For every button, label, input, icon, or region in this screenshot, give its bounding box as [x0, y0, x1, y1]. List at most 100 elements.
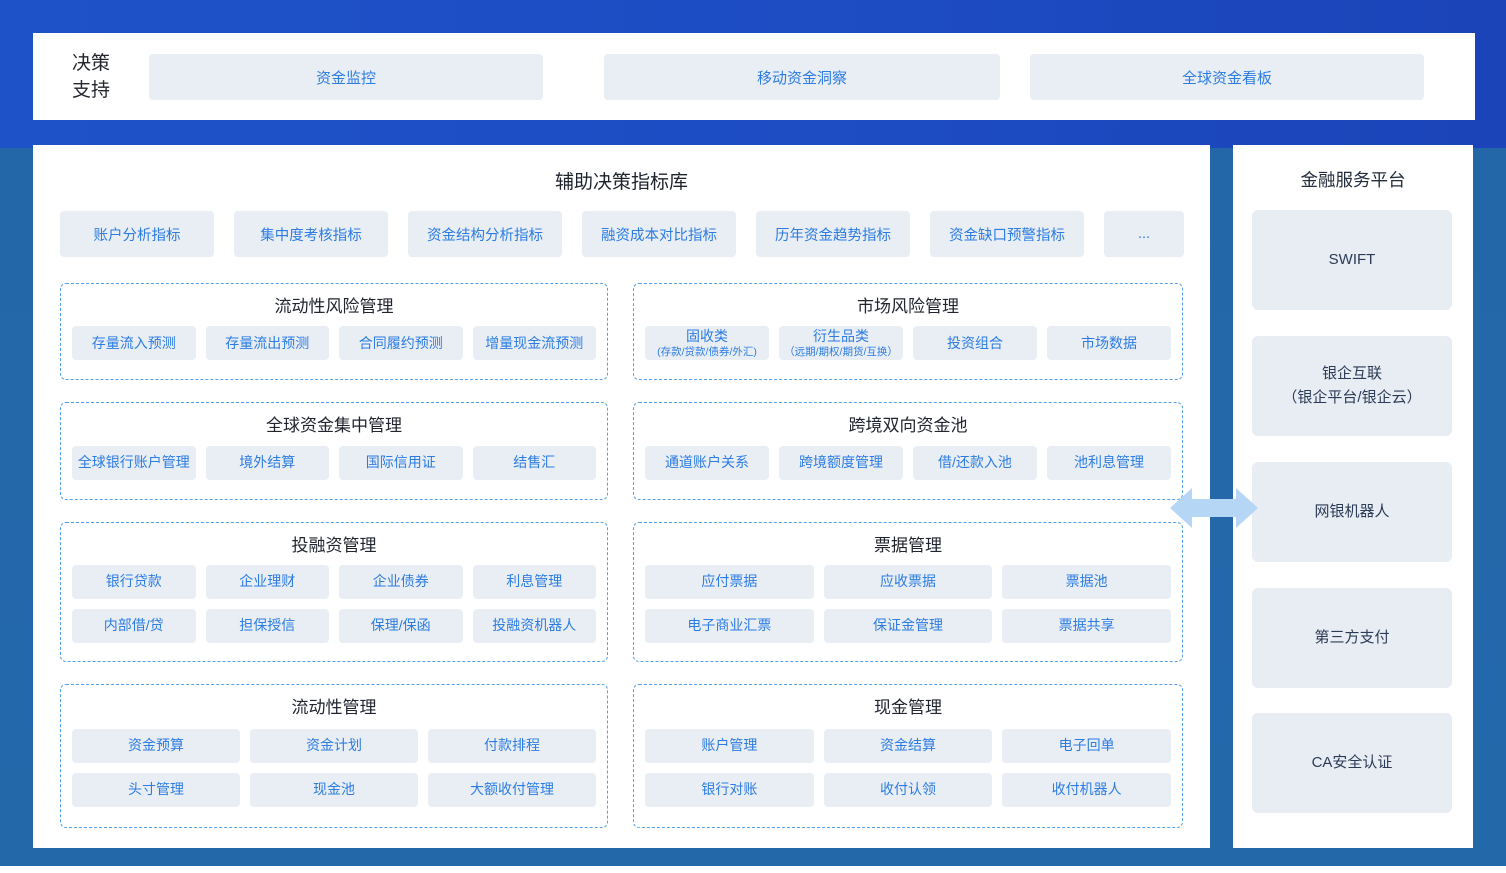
group-body: 通道账户关系 跨境额度管理 借/还款入池 池利息管理 [645, 436, 1171, 489]
module-chip[interactable]: 现金池 [250, 773, 418, 807]
module-chip[interactable]: 通道账户关系 [645, 446, 769, 480]
more-indicators-chip[interactable]: ... [1104, 211, 1184, 257]
module-chip[interactable]: 票据共享 [1002, 609, 1171, 643]
fund-gap-warning-indicator-chip[interactable]: 资金缺口预警指标 [930, 211, 1084, 257]
bidirectional-arrow-icon [1170, 484, 1258, 532]
financial-service-platform-title: 金融服务平台 [1233, 145, 1473, 192]
module-chip-label: 结售汇 [513, 454, 555, 471]
financing-cost-comparison-indicator-chip[interactable]: 融资成本对比指标 [582, 211, 736, 257]
module-chip-label: 通道账户关系 [665, 454, 749, 471]
module-chip-label: 国际信用证 [366, 454, 436, 471]
swift-card[interactable]: SWIFT [1252, 210, 1452, 310]
group-body: 存量流入预测 存量流出预测 合同履约预测 增量现金流预测 [72, 317, 596, 369]
bills-management-group: 票据管理应付票据应收票据票据池电子商业汇票保证金管理票据共享 [633, 522, 1183, 662]
module-chip[interactable]: 企业理财 [206, 565, 330, 599]
module-chip[interactable]: 账户管理 [645, 729, 814, 763]
decision-support-label: 决策 支持 [72, 33, 110, 120]
decision-support-label-line2: 支持 [72, 77, 110, 104]
module-chip[interactable]: 资金预算 [72, 729, 240, 763]
module-chip[interactable]: 衍生品类（远期/期权/期货/互换） [779, 326, 903, 360]
module-chip[interactable]: 电子商业汇票 [645, 609, 814, 643]
module-chip[interactable]: 收付认领 [824, 773, 993, 807]
liquidity-risk-group: 流动性风险管理存量流入预测 存量流出预测 合同履约预测 增量现金流预测 [60, 283, 608, 380]
fund-structure-analysis-indicator-chip[interactable]: 资金结构分析指标 [408, 211, 562, 257]
bank-enterprise-connect-card[interactable]: 银企互联（银企平台/银企云） [1252, 336, 1452, 436]
global-fund-dashboard-button[interactable]: 全球资金看板 [1030, 54, 1424, 100]
group-title: 跨境双向资金池 [645, 408, 1171, 436]
module-chip[interactable]: 投融资机器人 [473, 609, 597, 643]
financial-service-platform-panel: 金融服务平台 SWIFT 银企互联（银企平台/银企云） 网银机器人第三方支付 CA安全… [1233, 145, 1473, 848]
module-chip-label: 内部借/贷 [104, 617, 164, 634]
module-chip[interactable]: 电子回单 [1002, 729, 1171, 763]
module-chip-label: 应付票据 [701, 573, 757, 590]
ca-security-certification-card[interactable]: CA安全认证 [1252, 713, 1452, 813]
module-chip-label: 池利息管理 [1074, 454, 1144, 471]
module-chip[interactable]: 内部借/贷 [72, 609, 196, 643]
group-body: 应付票据 应收票据 票据池电子商业汇票 保证金管理 票据共享 [645, 556, 1171, 651]
module-chip-label: 存量流出预测 [225, 335, 309, 352]
module-chip-label: 现金池 [313, 781, 355, 798]
module-chip[interactable]: 应收票据 [824, 565, 993, 599]
module-chip[interactable]: 企业债券 [339, 565, 463, 599]
module-chip[interactable]: 全球银行账户管理 [72, 446, 196, 480]
group-title: 流动性风险管理 [72, 289, 596, 317]
module-chip[interactable]: 市场数据 [1047, 326, 1171, 360]
module-chip[interactable]: 付款排程 [428, 729, 596, 763]
module-chip[interactable]: 存量流入预测 [72, 326, 196, 360]
module-chip[interactable]: 资金计划 [250, 729, 418, 763]
module-chip-label: 企业理财 [239, 573, 295, 590]
module-chip[interactable]: 头寸管理 [72, 773, 240, 807]
concentration-assessment-indicator-chip[interactable]: 集中度考核指标 [234, 211, 388, 257]
module-chip-label: 资金计划 [306, 737, 362, 754]
module-chip[interactable]: 池利息管理 [1047, 446, 1171, 480]
service-card-label: SWIFT [1329, 248, 1376, 272]
module-chip[interactable]: 收付机器人 [1002, 773, 1171, 807]
module-chip[interactable]: 固收类(存款/贷款/债券/外汇) [645, 326, 769, 360]
module-chip[interactable]: 大额收付管理 [428, 773, 596, 807]
module-chip[interactable]: 银行贷款 [72, 565, 196, 599]
module-chip[interactable]: 国际信用证 [339, 446, 463, 480]
module-chip-label: 增量现金流预测 [485, 335, 583, 352]
module-chip[interactable]: 增量现金流预测 [473, 326, 597, 360]
module-chip[interactable]: 境外结算 [206, 446, 330, 480]
service-card-label: 第三方支付 [1314, 626, 1389, 650]
group-body: 固收类(存款/贷款/债券/外汇) 衍生品类（远期/期权/期货/互换） 投资组合 市场数… [645, 317, 1171, 369]
account-analysis-indicator-chip[interactable]: 账户分析指标 [60, 211, 214, 257]
module-chip[interactable]: 票据池 [1002, 565, 1171, 599]
module-chip[interactable]: 应付票据 [645, 565, 814, 599]
module-chip[interactable]: 存量流出预测 [206, 326, 330, 360]
module-chip-label: 银行对账 [701, 781, 757, 798]
online-banking-robot-card[interactable]: 网银机器人 [1252, 462, 1452, 562]
group-title: 现金管理 [645, 690, 1171, 718]
group-title: 市场风险管理 [645, 289, 1171, 317]
module-chip[interactable]: 保证金管理 [824, 609, 993, 643]
module-chip-label: 投资组合 [947, 335, 1003, 352]
module-chip[interactable]: 利息管理 [473, 565, 597, 599]
service-card-sublabel: （银企平台/银企云） [1282, 386, 1421, 410]
historical-fund-trend-indicator-chip[interactable]: 历年资金趋势指标 [756, 211, 910, 257]
module-chip[interactable]: 借/还款入池 [913, 446, 1037, 480]
module-chip-label: 电子商业汇票 [687, 617, 771, 634]
module-chip[interactable]: 投资组合 [913, 326, 1037, 360]
mobile-fund-insight-button[interactable]: 移动资金洞察 [604, 54, 1000, 100]
indicator-library-panel: 辅助决策指标库 账户分析指标集中度考核指标资金结构分析指标融资成本对比指标历年资… [33, 145, 1210, 848]
module-chip[interactable]: 结售汇 [473, 446, 597, 480]
cross-border-pool-group: 跨境双向资金池通道账户关系 跨境额度管理 借/还款入池 池利息管理 [633, 402, 1183, 500]
module-chip[interactable]: 跨境额度管理 [779, 446, 903, 480]
fund-monitoring-button[interactable]: 资金监控 [149, 54, 543, 100]
module-chip-label: 固收类 [686, 328, 728, 345]
module-chip-label: 保证金管理 [873, 617, 943, 634]
service-card-label: 银企互联 [1322, 362, 1382, 386]
module-chip[interactable]: 资金结算 [824, 729, 993, 763]
module-chip[interactable]: 合同履约预测 [339, 326, 463, 360]
module-chip-label: 市场数据 [1081, 335, 1137, 352]
module-chip-label: 应收票据 [880, 573, 936, 590]
module-chip[interactable]: 银行对账 [645, 773, 814, 807]
decision-support-label-line1: 决策 [72, 50, 110, 77]
module-chip[interactable]: 保理/保函 [339, 609, 463, 643]
module-chip-label: 跨境额度管理 [799, 454, 883, 471]
investment-financing-group: 投融资管理银行贷款企业理财企业债券利息管理内部借/贷担保授信保理/保函投融资机器… [60, 522, 608, 662]
global-fund-centralization-group: 全球资金集中管理全球银行账户管理境外结算国际信用证结售汇 [60, 402, 608, 500]
module-chip[interactable]: 担保授信 [206, 609, 330, 643]
third-party-payment-card[interactable]: 第三方支付 [1252, 588, 1452, 688]
